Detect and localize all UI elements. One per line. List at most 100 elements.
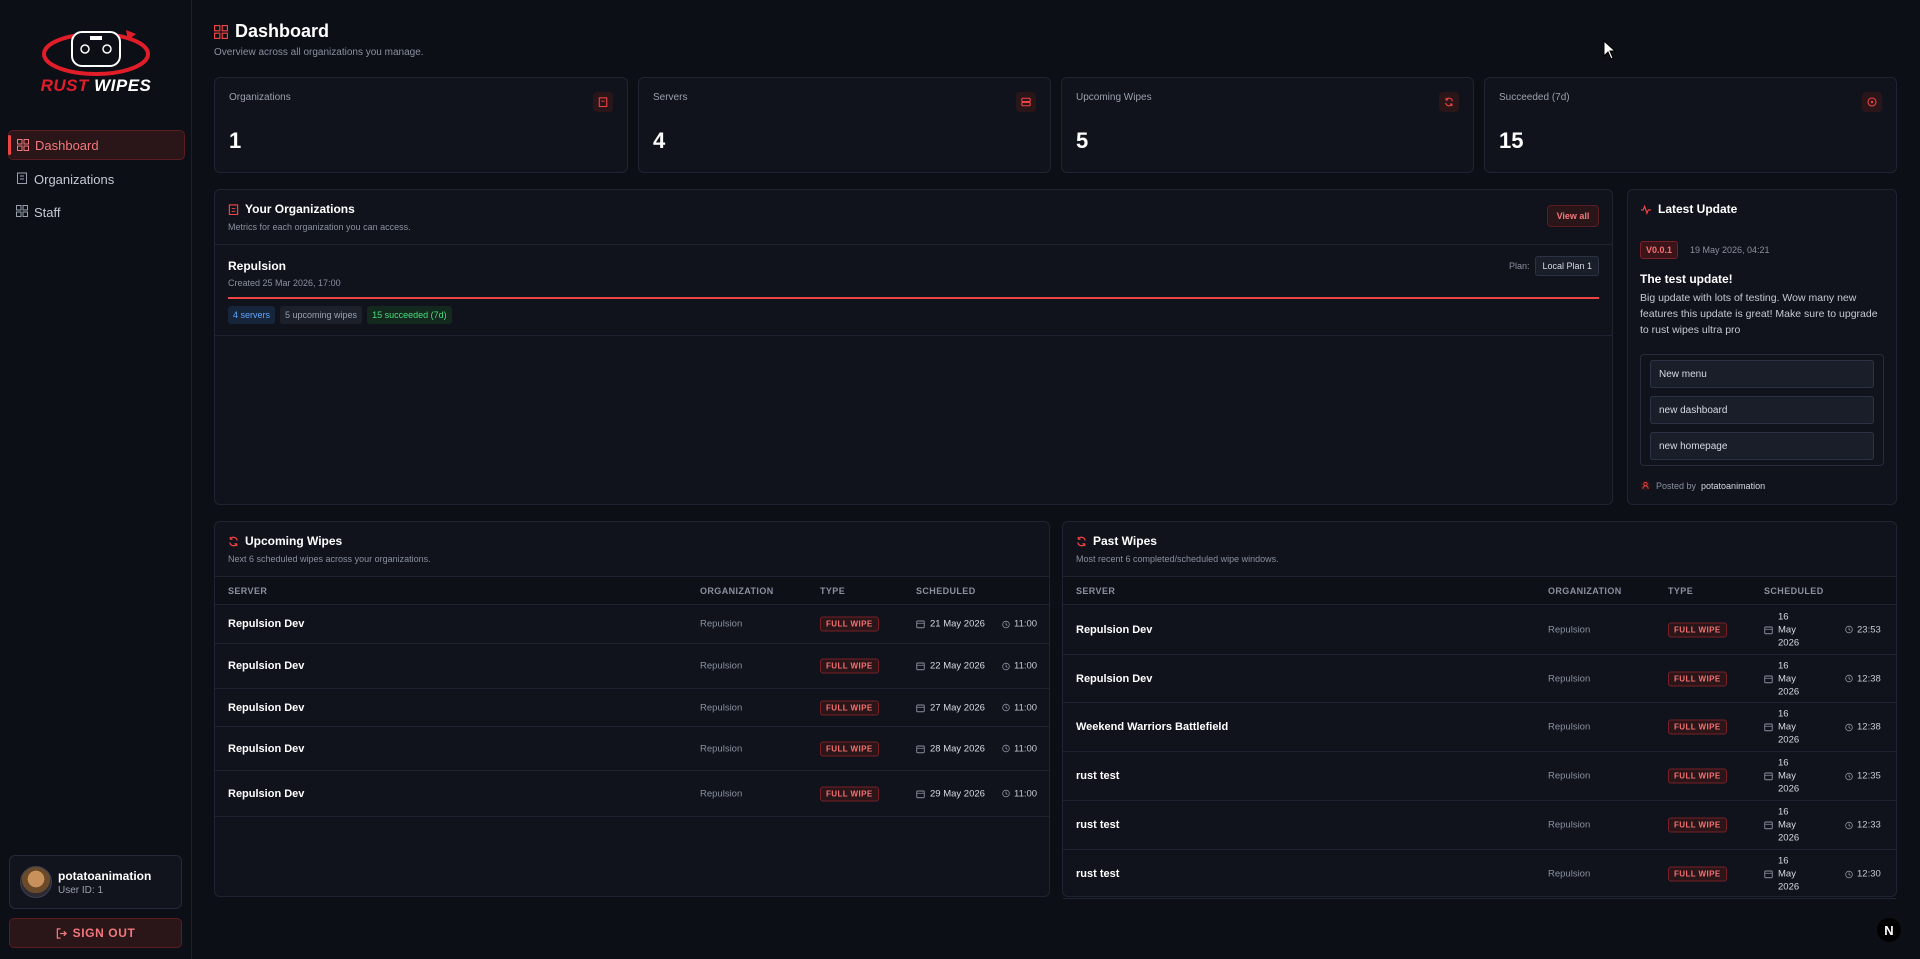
user-card[interactable]: potatoanimation User ID: 1 [9,855,182,909]
section-title-text: Upcoming Wipes [245,534,343,548]
stat-label: Succeeded (7d) [1499,92,1570,103]
column-header-server: SERVER [1076,586,1116,596]
past-wipes-panel: Past Wipes Most recent 6 completed/sched… [1062,521,1897,899]
rust-wipes-logo[interactable]: RUST WIPES [30,24,162,100]
organization-metrics: 4 servers 5 upcoming wipes 15 succeeded … [228,306,452,324]
time-text: 12:30 [1857,868,1881,880]
wipe-type-badge: FULL WIPE [1668,866,1727,882]
scheduled-time: 11:00 [1002,788,1037,799]
activity-icon [1640,204,1652,215]
wipe-type-badge: FULL WIPE [820,786,879,801]
scheduled-date: 21 May 2026 [916,618,992,631]
table-row[interactable]: Repulsion Dev Repulsion FULL WIPE 16 May 20… [1063,655,1896,703]
date-text: 16 May 2026 [1778,757,1800,795]
scheduled-time: 12:30 [1845,869,1881,880]
section-title: Latest Update [1640,202,1737,216]
clock-icon [1845,674,1853,683]
clock-icon [1845,870,1853,878]
stat-value: 15 [1499,128,1524,153]
server-name: rust test [1076,868,1120,880]
table-row[interactable]: Repulsion Dev Repulsion FULL WIPE 16 May 20… [1063,605,1896,655]
logout-icon [56,927,67,939]
version-badge: V0.0.1 [1640,241,1679,259]
stat-label: Upcoming Wipes [1076,92,1152,103]
table-row[interactable]: Weekend Warriors Battlefield Repulsion FUL… [1063,703,1896,752]
scheduled-date: 28 May 2026 [916,742,992,755]
sign-out-button[interactable]: SIGN OUT [9,918,182,948]
sidebar: RUST WIPES Dashboard Organizations Staff… [0,0,192,959]
date-text: 28 May 2026 [930,743,985,754]
stat-value: 4 [653,128,666,153]
refresh-icon [1077,536,1086,546]
table-row[interactable]: rust test Repulsion FULL WIPE 16 May 2026 12… [1063,850,1896,899]
update-date: 19 May 2026, 04:21 [1690,245,1770,255]
clock-icon [1845,723,1853,731]
scheduled-time: 11:00 [1002,702,1037,713]
wipe-type-badge: FULL WIPE [820,741,879,756]
wipe-type-badge: FULL WIPE [1668,817,1727,833]
server-name: Repulsion Dev [1076,623,1153,636]
section-title: Your Organizations [228,202,355,216]
calendar-icon [916,745,925,753]
dashboard-icon [214,24,228,39]
clock-icon [1845,772,1853,780]
time-text: 11:00 [1014,743,1038,754]
sidebar-item-staff[interactable]: Staff [8,197,185,227]
table-row[interactable]: Repulsion Dev Repulsion FULL WIPE 21 May 20… [215,605,1049,644]
scheduled-time: 12:38 [1845,673,1881,684]
sidebar-item-label: Dashboard [35,137,99,153]
table-row[interactable]: Repulsion Dev Repulsion FULL WIPE 28 May 20… [215,727,1049,771]
stat-card-upcoming-wipes: Upcoming Wipes 5 [1061,77,1474,173]
wipe-type-badge: FULL WIPE [820,658,879,674]
column-header-scheduled: SCHEDULED [916,586,976,596]
calendar-icon [916,704,925,712]
wipe-type-badge: FULL WIPE [1668,622,1727,637]
calendar-icon [916,662,925,671]
latest-update-panel: Latest Update V0.0.1 19 May 2026, 04:21 … [1627,189,1897,505]
column-header-organization: ORGANIZATION [700,586,774,596]
date-text: 29 May 2026 [930,788,985,799]
mouse-cursor-icon [1603,40,1617,60]
page-subtitle: Overview across all organizations you ma… [214,47,424,58]
refresh-icon [229,536,238,546]
dev-tools-badge[interactable]: N [1877,918,1901,942]
stat-label: Organizations [229,92,291,103]
page-title-text: Dashboard [235,21,330,41]
wipe-type-badge: FULL WIPE [820,700,879,715]
staff-icon [16,205,28,217]
server-name: Repulsion Dev [228,742,305,755]
table-row[interactable]: Repulsion Dev Repulsion FULL WIPE 27 May 20… [215,689,1049,727]
calendar-icon [1764,626,1773,634]
column-header-scheduled: SCHEDULED [1764,586,1824,596]
stat-value: 5 [1076,128,1089,153]
table-row[interactable]: rust test Repulsion FULL WIPE 16 May 2026 12… [1063,801,1896,850]
scheduled-date: 16 May 2026 [1764,855,1808,894]
dashboard-icon [17,139,29,151]
organization-name: Repulsion [1548,673,1591,684]
table-row[interactable]: rust test Repulsion FULL WIPE 16 May 2026 12… [1063,752,1896,801]
sidebar-item-organizations[interactable]: Organizations [8,164,185,194]
section-title: Past Wipes [1076,534,1157,548]
table-header: SERVER ORGANIZATION TYPE SCHEDULED [215,576,1049,605]
view-all-button[interactable]: View all [1547,205,1599,227]
sidebar-item-dashboard[interactable]: Dashboard [8,130,185,160]
calendar-icon [1764,675,1773,683]
section-title-text: Past Wipes [1093,534,1157,548]
sidebar-item-label: Staff [34,204,61,220]
update-headline: The test update! [1640,272,1733,286]
organization-name: Repulsion [1548,721,1591,733]
date-text: 27 May 2026 [930,702,985,713]
stat-card-servers: Servers 4 [638,77,1051,173]
time-text: 12:38 [1857,673,1881,684]
column-header-organization: ORGANIZATION [1548,586,1622,596]
time-text: 12:33 [1857,819,1881,831]
scheduled-date: 29 May 2026 [916,787,992,800]
logo-wordmark: RUST WIPES [40,76,152,95]
table-header: SERVER ORGANIZATION TYPE SCHEDULED [1063,576,1896,605]
server-name: Repulsion Dev [228,701,305,714]
table-row[interactable]: Repulsion Dev Repulsion FULL WIPE 29 May 20… [215,771,1049,817]
table-row[interactable]: Repulsion Dev Repulsion FULL WIPE 22 May 20… [215,644,1049,689]
plan-badge: Local Plan 1 [1535,256,1599,276]
stat-label: Servers [653,92,688,103]
divider [215,335,1612,336]
